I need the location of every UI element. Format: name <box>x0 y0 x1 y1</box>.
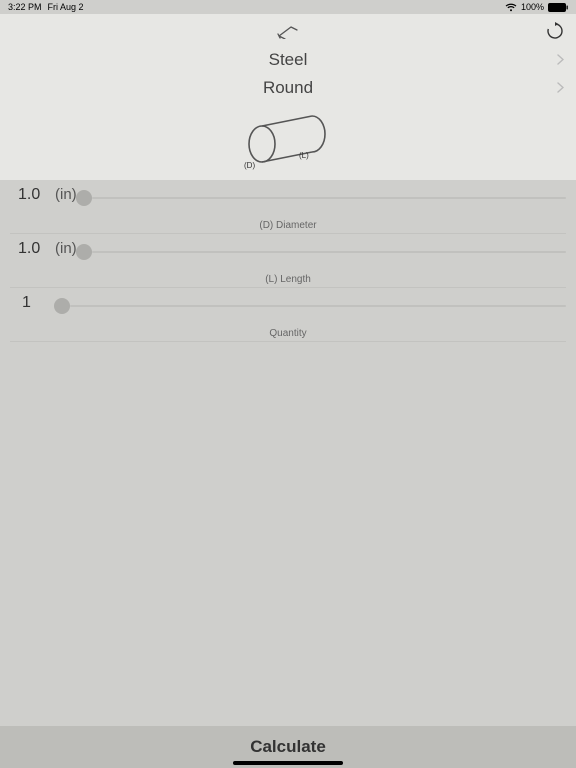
slider-thumb[interactable] <box>76 190 92 206</box>
inputs-area: 1.0 (in) (D) Diameter 1.0 (in) (L) Lengt… <box>0 180 576 342</box>
status-battery-pct: 100% <box>521 2 544 12</box>
chevron-right-icon <box>557 80 564 96</box>
length-slider[interactable] <box>76 244 566 260</box>
diameter-unit: (in) <box>55 186 77 203</box>
home-indicator <box>233 761 343 765</box>
quantity-row: 1 <box>0 288 576 328</box>
shape-label: Round <box>263 78 313 98</box>
wifi-icon <box>505 3 517 12</box>
status-date: Fri Aug 2 <box>48 2 84 12</box>
header: Steel Round (D) (L) <box>0 14 576 180</box>
diagram-d-label: (D) <box>244 161 255 170</box>
quantity-value[interactable]: 1 <box>22 294 31 312</box>
length-value[interactable]: 1.0 <box>18 240 40 258</box>
calculate-button[interactable]: Calculate <box>250 737 326 757</box>
shape-select[interactable]: Round <box>0 74 576 102</box>
status-bar: 3:22 PM Fri Aug 2 100% <box>0 0 576 14</box>
length-label: (L) Length <box>0 274 576 287</box>
refresh-button[interactable] <box>546 22 564 45</box>
quantity-label: Quantity <box>0 328 576 341</box>
battery-icon <box>548 3 568 12</box>
material-select[interactable]: Steel <box>0 46 576 74</box>
diameter-value[interactable]: 1.0 <box>18 186 40 204</box>
app-logo-icon <box>277 23 299 44</box>
diagram-l-label: (L) <box>299 151 309 160</box>
slider-thumb[interactable] <box>54 298 70 314</box>
shape-illustration: (D) (L) <box>0 102 576 180</box>
length-row: 1.0 (in) <box>0 234 576 274</box>
length-unit: (in) <box>55 240 77 257</box>
diameter-slider[interactable] <box>76 190 566 206</box>
diameter-row: 1.0 (in) <box>0 180 576 220</box>
slider-thumb[interactable] <box>76 244 92 260</box>
status-time: 3:22 PM <box>8 2 42 12</box>
diameter-label: (D) Diameter <box>0 220 576 233</box>
bottom-bar: Calculate <box>0 726 576 768</box>
quantity-slider[interactable] <box>54 298 566 314</box>
chevron-right-icon <box>557 52 564 68</box>
material-label: Steel <box>269 50 308 70</box>
